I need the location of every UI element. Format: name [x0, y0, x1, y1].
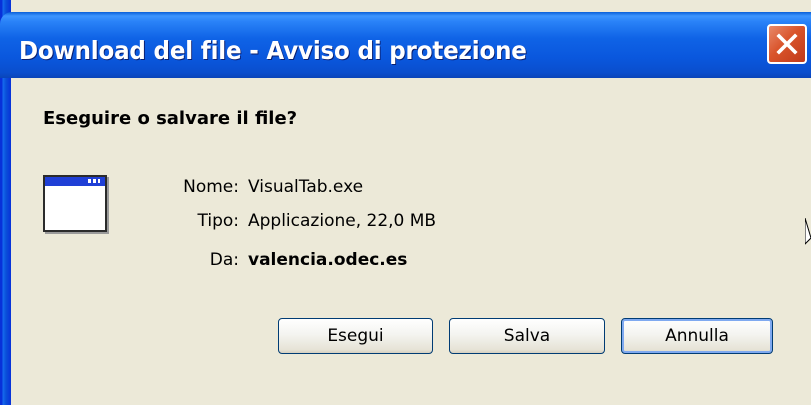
file-type-label: Tipo: — [197, 211, 239, 231]
save-button[interactable]: Salva — [449, 318, 605, 354]
dialog-body: Eseguire o salvare il file? Nome: Visual… — [11, 78, 811, 405]
run-button[interactable]: Esegui — [278, 318, 433, 354]
file-name-value: VisualTab.exe — [248, 177, 364, 197]
mouse-pointer-icon — [805, 218, 811, 245]
close-icon — [776, 33, 798, 55]
file-source-value: valencia.odec.es — [248, 250, 408, 270]
dialog-question: Eseguire o salvare il file? — [43, 108, 298, 129]
security-warning-dialog: Download del file - Avviso di protezione… — [0, 0, 811, 405]
file-name-row: Nome: VisualTab.exe — [11, 177, 811, 203]
cancel-button[interactable]: Annulla — [621, 318, 773, 354]
window-title: Download del file - Avviso di protezione — [19, 36, 527, 65]
file-type-row: Tipo: Applicazione, 22,0 MB — [11, 211, 811, 237]
file-type-value: Applicazione, 22,0 MB — [248, 211, 437, 231]
file-source-row: Da: valencia.odec.es — [11, 250, 811, 276]
title-bar[interactable]: Download del file - Avviso di protezione — [0, 12, 811, 78]
file-name-label: Nome: — [183, 177, 239, 197]
file-source-label: Da: — [209, 250, 239, 270]
close-button[interactable] — [767, 24, 807, 64]
